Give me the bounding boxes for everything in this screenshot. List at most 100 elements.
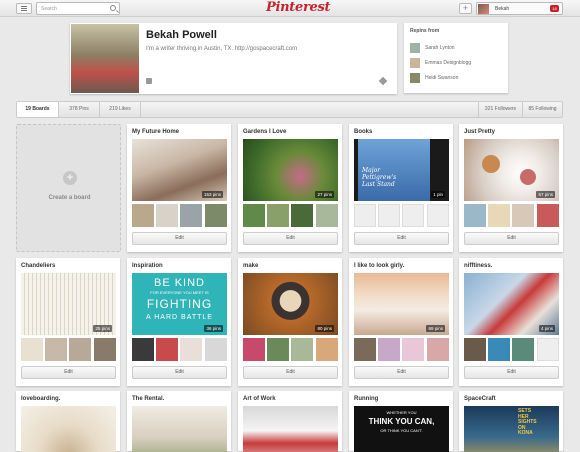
board-card[interactable]: SpaceCraft SETS HER SIGHTS ON KONA xyxy=(459,391,563,452)
board-thumb xyxy=(427,204,449,227)
tab-following[interactable]: 85 Following xyxy=(522,102,562,117)
board-thumb xyxy=(378,338,400,361)
repin-source[interactable]: Emmas Designblogg xyxy=(410,58,505,68)
search-placeholder: Search xyxy=(41,6,57,12)
tab-pins[interactable]: 378 Pins xyxy=(59,102,100,117)
board-thumb xyxy=(156,204,178,227)
facebook-icon[interactable] xyxy=(146,78,152,84)
edit-board-button[interactable]: Edit xyxy=(132,232,227,245)
board-cover[interactable]: Major Pettigrew's Last Stand 1 pin xyxy=(354,139,449,201)
board-cover[interactable] xyxy=(21,406,116,452)
menu-button[interactable] xyxy=(16,3,32,14)
board-thumb xyxy=(94,338,116,361)
pin-count: 36 pins xyxy=(204,325,223,332)
board-thumb xyxy=(316,204,338,227)
user-menu-button[interactable]: Bekah 18 xyxy=(476,2,563,15)
board-cover[interactable]: 57 pins xyxy=(464,139,559,201)
board-thumb xyxy=(267,338,289,361)
board-thumbs xyxy=(354,338,449,361)
board-thumbs xyxy=(243,338,338,361)
board-cover[interactable]: 25 pins xyxy=(21,273,116,335)
notification-badge[interactable]: 18 xyxy=(550,5,559,12)
search-input[interactable]: Search xyxy=(36,2,120,15)
pinterest-logo[interactable]: Pinterest xyxy=(266,0,330,15)
repin-source[interactable]: Sarah Lynton xyxy=(410,43,505,53)
tab-followers[interactable]: 321 Followers xyxy=(478,102,522,117)
board-title: Gardens I Love xyxy=(243,129,287,135)
book-title-line: Major xyxy=(362,167,381,174)
board-cover[interactable]: BE KIND FOR EVERYONE YOU MEET IS FIGHTIN… xyxy=(132,273,227,335)
edit-board-button[interactable]: Edit xyxy=(132,366,227,379)
board-thumbs xyxy=(21,338,116,361)
quote-line: THINK YOU CAN, xyxy=(368,417,435,426)
tab-boards[interactable]: 19 Boards xyxy=(17,102,59,117)
board-title: Running xyxy=(354,396,379,402)
board-card[interactable]: Gardens I Love 27 pins Edit xyxy=(238,124,342,252)
quote-line: FIGHTING xyxy=(146,297,213,311)
board-title: I like to look girly. xyxy=(354,263,405,269)
board-cover[interactable] xyxy=(243,406,338,452)
board-card[interactable]: Books Major Pettigrew's Last Stand 1 pin E… xyxy=(349,124,453,252)
profile-tabs: 19 Boards 378 Pins 219 Likes 321 Followe… xyxy=(16,101,563,118)
quote-line: KONA xyxy=(518,430,533,436)
edit-board-button[interactable]: Edit xyxy=(354,232,449,245)
board-thumb xyxy=(291,338,313,361)
search-icon[interactable] xyxy=(110,5,116,11)
create-board-tile[interactable]: + Create a board xyxy=(16,124,121,252)
board-cover[interactable]: 4 pins xyxy=(464,273,559,335)
repin-thumb xyxy=(410,73,420,83)
book-title-line: Pettigrew's xyxy=(362,174,397,181)
board-card[interactable]: Running WHETHER YOU THINK YOU CAN, OR TH… xyxy=(349,391,453,452)
profile-name: Bekah Powell xyxy=(146,29,217,41)
edit-board-button[interactable]: Edit xyxy=(464,366,559,379)
repin-source-name: Emmas Designblogg xyxy=(425,60,472,66)
coffee-cup-image xyxy=(482,155,500,173)
edit-board-button[interactable]: Edit xyxy=(354,366,449,379)
board-thumbs xyxy=(464,338,559,361)
board-card[interactable]: nifftiness. 4 pins Edit xyxy=(459,258,563,386)
quote-line: BE KIND xyxy=(153,277,205,289)
board-card[interactable]: Art of Work xyxy=(238,391,342,452)
board-card[interactable]: Chandeliers 25 pins Edit xyxy=(16,258,120,386)
board-card[interactable]: Just Pretty 57 pins Edit xyxy=(459,124,563,252)
edit-board-button[interactable]: Edit xyxy=(464,232,559,245)
repin-source[interactable]: Heidi Swanson xyxy=(410,73,505,83)
edit-board-button[interactable]: Edit xyxy=(21,366,116,379)
board-cover[interactable]: 80 pins xyxy=(243,273,338,335)
board-thumb xyxy=(243,338,265,361)
edit-profile-icon[interactable] xyxy=(378,76,388,86)
board-card[interactable]: The Rental. xyxy=(127,391,231,452)
board-title: Books xyxy=(354,129,373,135)
user-name: Bekah xyxy=(495,6,510,12)
board-thumb xyxy=(402,204,424,227)
edit-board-button[interactable]: Edit xyxy=(243,366,338,379)
book-cover: Major Pettigrew's Last Stand xyxy=(358,139,430,201)
create-board-label: Create a board xyxy=(48,195,91,201)
board-thumb xyxy=(156,338,178,361)
board-cover[interactable]: SETS HER SIGHTS ON KONA xyxy=(464,406,559,452)
board-thumb xyxy=(488,204,510,227)
cup-image xyxy=(520,169,536,185)
add-pin-button[interactable]: + xyxy=(459,3,472,14)
board-cover[interactable] xyxy=(132,406,227,452)
board-card[interactable]: make 80 pins Edit xyxy=(238,258,342,386)
board-thumb xyxy=(132,338,154,361)
board-thumbs xyxy=(132,338,227,361)
board-card[interactable]: Inspiration BE KIND FOR EVERYONE YOU MEE… xyxy=(127,258,231,386)
board-card[interactable]: My Future Home 153 pins Edit xyxy=(127,124,231,252)
board-cover[interactable]: WHETHER YOU THINK YOU CAN, OR THINK YOU … xyxy=(354,406,449,452)
pin-count: 1 pin xyxy=(431,191,445,198)
board-thumb xyxy=(402,338,424,361)
board-card[interactable]: I like to look girly. 69 pins Edit xyxy=(349,258,453,386)
board-cover[interactable]: 69 pins xyxy=(354,273,449,335)
board-cover[interactable]: 27 pins xyxy=(243,139,338,201)
board-thumb xyxy=(45,338,67,361)
repins-panel: Repins from Sarah Lynton Emmas Designblo… xyxy=(404,23,508,93)
quote-line: FOR EVERYONE YOU MEET IS xyxy=(150,290,209,295)
board-cover[interactable]: 153 pins xyxy=(132,139,227,201)
repin-source-name: Sarah Lynton xyxy=(425,45,455,51)
board-thumb xyxy=(243,204,265,227)
edit-board-button[interactable]: Edit xyxy=(243,232,338,245)
tab-likes[interactable]: 219 Likes xyxy=(100,102,141,117)
board-card[interactable]: loveboarding. xyxy=(16,391,120,452)
